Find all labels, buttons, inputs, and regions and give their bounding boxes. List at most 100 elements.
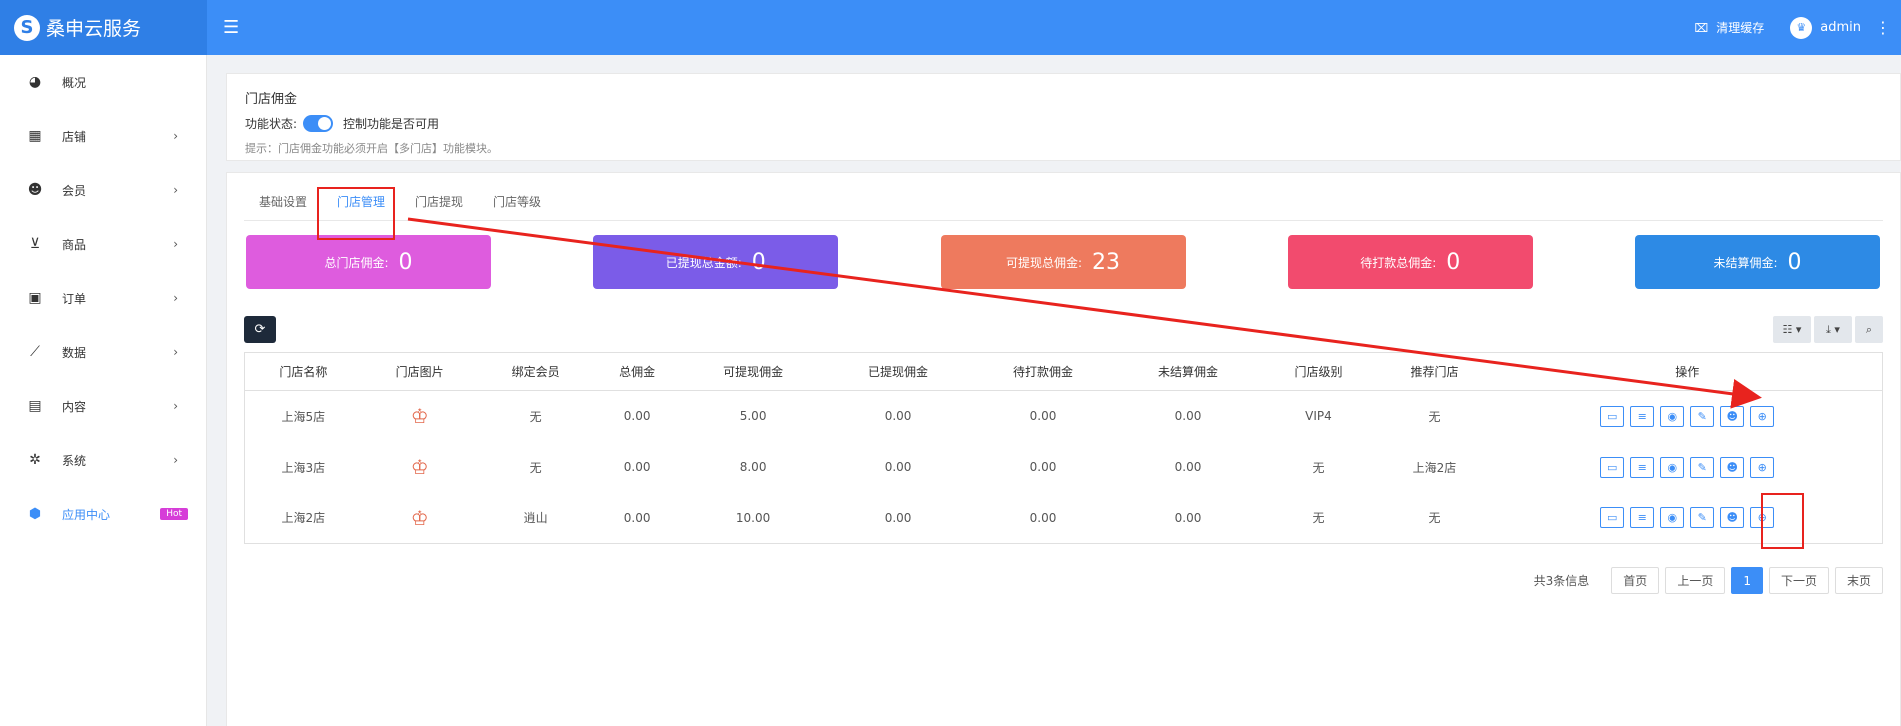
- list-icon[interactable]: ≡: [1630, 405, 1655, 427]
- sidebar-item-app-center[interactable]: ⬢ 应用中心 Hot: [0, 487, 206, 541]
- sidebar-item-data[interactable]: ⟋ 数据 ›: [0, 325, 206, 379]
- top-bar: S 桑申云服务 ☰ ⌧ 清理缓存 ♛ admin ⋮: [0, 0, 1901, 55]
- chevron-right-icon: ›: [173, 237, 178, 251]
- compass-icon[interactable]: ◉: [1660, 456, 1685, 478]
- cell: 上海5店: [281, 409, 326, 424]
- stat-label: 可提现总佣金:: [1005, 255, 1083, 270]
- col-header: 绑定会员: [477, 352, 594, 391]
- stat-label: 总门店佣金:: [324, 255, 389, 270]
- crown-icon: ♔: [410, 505, 429, 530]
- money-icon[interactable]: ▭: [1600, 507, 1625, 529]
- money-icon[interactable]: ▭: [1600, 405, 1625, 427]
- sidebar-item-system[interactable]: ✲ 系统 ›: [0, 433, 206, 487]
- first-page-button[interactable]: 首页: [1611, 567, 1660, 594]
- col-header: 已提现佣金: [825, 352, 971, 391]
- action-highlight-box: [1761, 493, 1804, 549]
- list-icon[interactable]: ≡: [1630, 456, 1655, 478]
- search-button[interactable]: ⌕: [1855, 316, 1883, 343]
- cell: 上海2店: [281, 511, 326, 526]
- pencil-icon[interactable]: ✎: [1690, 507, 1715, 529]
- sidebar-item-store[interactable]: ▦ 店铺 ›: [0, 109, 206, 163]
- users-icon[interactable]: ☻: [1720, 405, 1745, 427]
- stat-label: 未结算佣金:: [1713, 255, 1778, 270]
- store-table: 门店名称 门店图片 绑定会员 总佣金 可提现佣金 已提现佣金 待打款佣金 未结算…: [244, 352, 1883, 544]
- clear-cache-label: 清理缓存: [1716, 21, 1765, 35]
- sidebar-item-goods[interactable]: ⊻ 商品 ›: [0, 217, 206, 271]
- feature-toggle[interactable]: [303, 115, 334, 132]
- hint-text: 提示：门店佣金功能必须开启【多门店】功能模块。: [245, 142, 498, 155]
- dashboard-icon: ◕: [28, 74, 42, 90]
- cell: 8.00: [739, 460, 767, 474]
- status-label: 功能状态:: [245, 117, 298, 131]
- cell: 0.00: [884, 460, 912, 474]
- search-icon: ⌕: [1865, 322, 1873, 336]
- last-page-button[interactable]: 末页: [1834, 567, 1883, 594]
- stat-total-commission: 总门店佣金: 0: [246, 235, 491, 289]
- tab-basic-settings[interactable]: 基础设置: [244, 193, 322, 220]
- sidebar-item-label: 订单: [62, 291, 87, 306]
- export-button[interactable]: ⤓ ▾: [1814, 316, 1852, 343]
- brand[interactable]: S 桑申云服务: [0, 0, 207, 55]
- cell: ♔: [362, 391, 478, 442]
- cell: 无: [529, 460, 542, 475]
- col-header: 门店级别: [1260, 352, 1377, 391]
- page-title: 门店佣金: [245, 92, 298, 107]
- columns-button[interactable]: ☷ ▾: [1773, 316, 1811, 343]
- sidebar-item-content[interactable]: ▤ 内容 ›: [0, 379, 206, 433]
- tab-store-level[interactable]: 门店等级: [478, 193, 556, 220]
- download-icon: ⤓ ▾: [1826, 322, 1840, 336]
- trash-icon: ⌧: [1694, 20, 1709, 35]
- sidebar-item-label: 会员: [62, 183, 87, 198]
- cell: 上海3店: [281, 460, 326, 475]
- admin-name[interactable]: admin: [1820, 20, 1861, 35]
- tab-store-withdraw[interactable]: 门店提现: [400, 193, 478, 220]
- avatar[interactable]: ♛: [1790, 16, 1813, 39]
- cell: 0.00: [884, 510, 912, 525]
- lock-icon[interactable]: ⊕: [1750, 456, 1775, 478]
- sidebar-item-overview[interactable]: ◕ 概况: [0, 55, 206, 109]
- money-icon[interactable]: ▭: [1600, 456, 1625, 478]
- status-desc: 控制功能是否可用: [343, 117, 440, 131]
- more-options-icon[interactable]: ⋮: [1875, 18, 1891, 37]
- main-content: 门店佣金 功能状态: 控制功能是否可用 提示：门店佣金功能必须开启【多门店】功能…: [226, 73, 1901, 726]
- stat-withdrawable-total: 可提现总佣金: 23: [940, 235, 1186, 289]
- menu-toggle-icon[interactable]: ☰: [223, 17, 239, 38]
- pencil-icon[interactable]: ✎: [1690, 456, 1715, 478]
- compass-icon[interactable]: ◉: [1660, 507, 1685, 529]
- gear-icon: ✲: [29, 452, 41, 468]
- stat-value: 0: [1446, 249, 1461, 275]
- stat-unsettled: 未结算佣金: 0: [1635, 235, 1880, 289]
- cell: 5.00: [739, 409, 767, 424]
- cell: 逍山: [523, 511, 548, 526]
- sidebar-item-members[interactable]: ☻ 会员 ›: [0, 163, 206, 217]
- col-header: 总佣金: [593, 352, 681, 391]
- cell: 0.00: [1174, 409, 1202, 424]
- pencil-icon[interactable]: ✎: [1690, 405, 1715, 427]
- lock-icon[interactable]: ⊕: [1750, 405, 1775, 427]
- sidebar-item-orders[interactable]: ▣ 订单 ›: [0, 271, 206, 325]
- refresh-button[interactable]: ⟳: [244, 316, 276, 343]
- chevron-right-icon: ›: [173, 453, 178, 467]
- page-number-button[interactable]: 1: [1731, 567, 1763, 594]
- money-icon: ▣: [28, 290, 42, 306]
- clear-cache-button[interactable]: ⌧ 清理缓存: [1694, 19, 1764, 36]
- chevron-right-icon: ›: [173, 291, 178, 305]
- compass-icon[interactable]: ◉: [1660, 405, 1685, 427]
- users-icon[interactable]: ☻: [1720, 456, 1745, 478]
- brand-logo: S: [14, 14, 40, 41]
- store-panel: 基础设置 门店管理 门店提现 门店等级 总门店佣金: 0 已提现总金额: 0 可…: [226, 172, 1901, 726]
- cell: ▭ ≡ ◉ ✎ ☻ ⊕: [1493, 391, 1883, 442]
- cell: 0.00: [1174, 460, 1202, 474]
- users-icon[interactable]: ☻: [1720, 507, 1745, 529]
- stats-row: 总门店佣金: 0 已提现总金额: 0 可提现总佣金: 23 待打款总佣金: 0 …: [244, 235, 1883, 289]
- cell: 无: [529, 409, 542, 424]
- chevron-right-icon: ›: [173, 183, 178, 197]
- stat-label: 待打款总佣金:: [1360, 255, 1437, 270]
- prev-page-button[interactable]: 上一页: [1665, 567, 1726, 594]
- list-icon[interactable]: ≡: [1630, 507, 1655, 529]
- grid-icon: ▦: [28, 128, 42, 144]
- col-header: 门店图片: [361, 352, 478, 391]
- col-header: 待打款佣金: [970, 352, 1116, 391]
- cell: 10.00: [735, 510, 771, 525]
- next-page-button[interactable]: 下一页: [1768, 567, 1829, 594]
